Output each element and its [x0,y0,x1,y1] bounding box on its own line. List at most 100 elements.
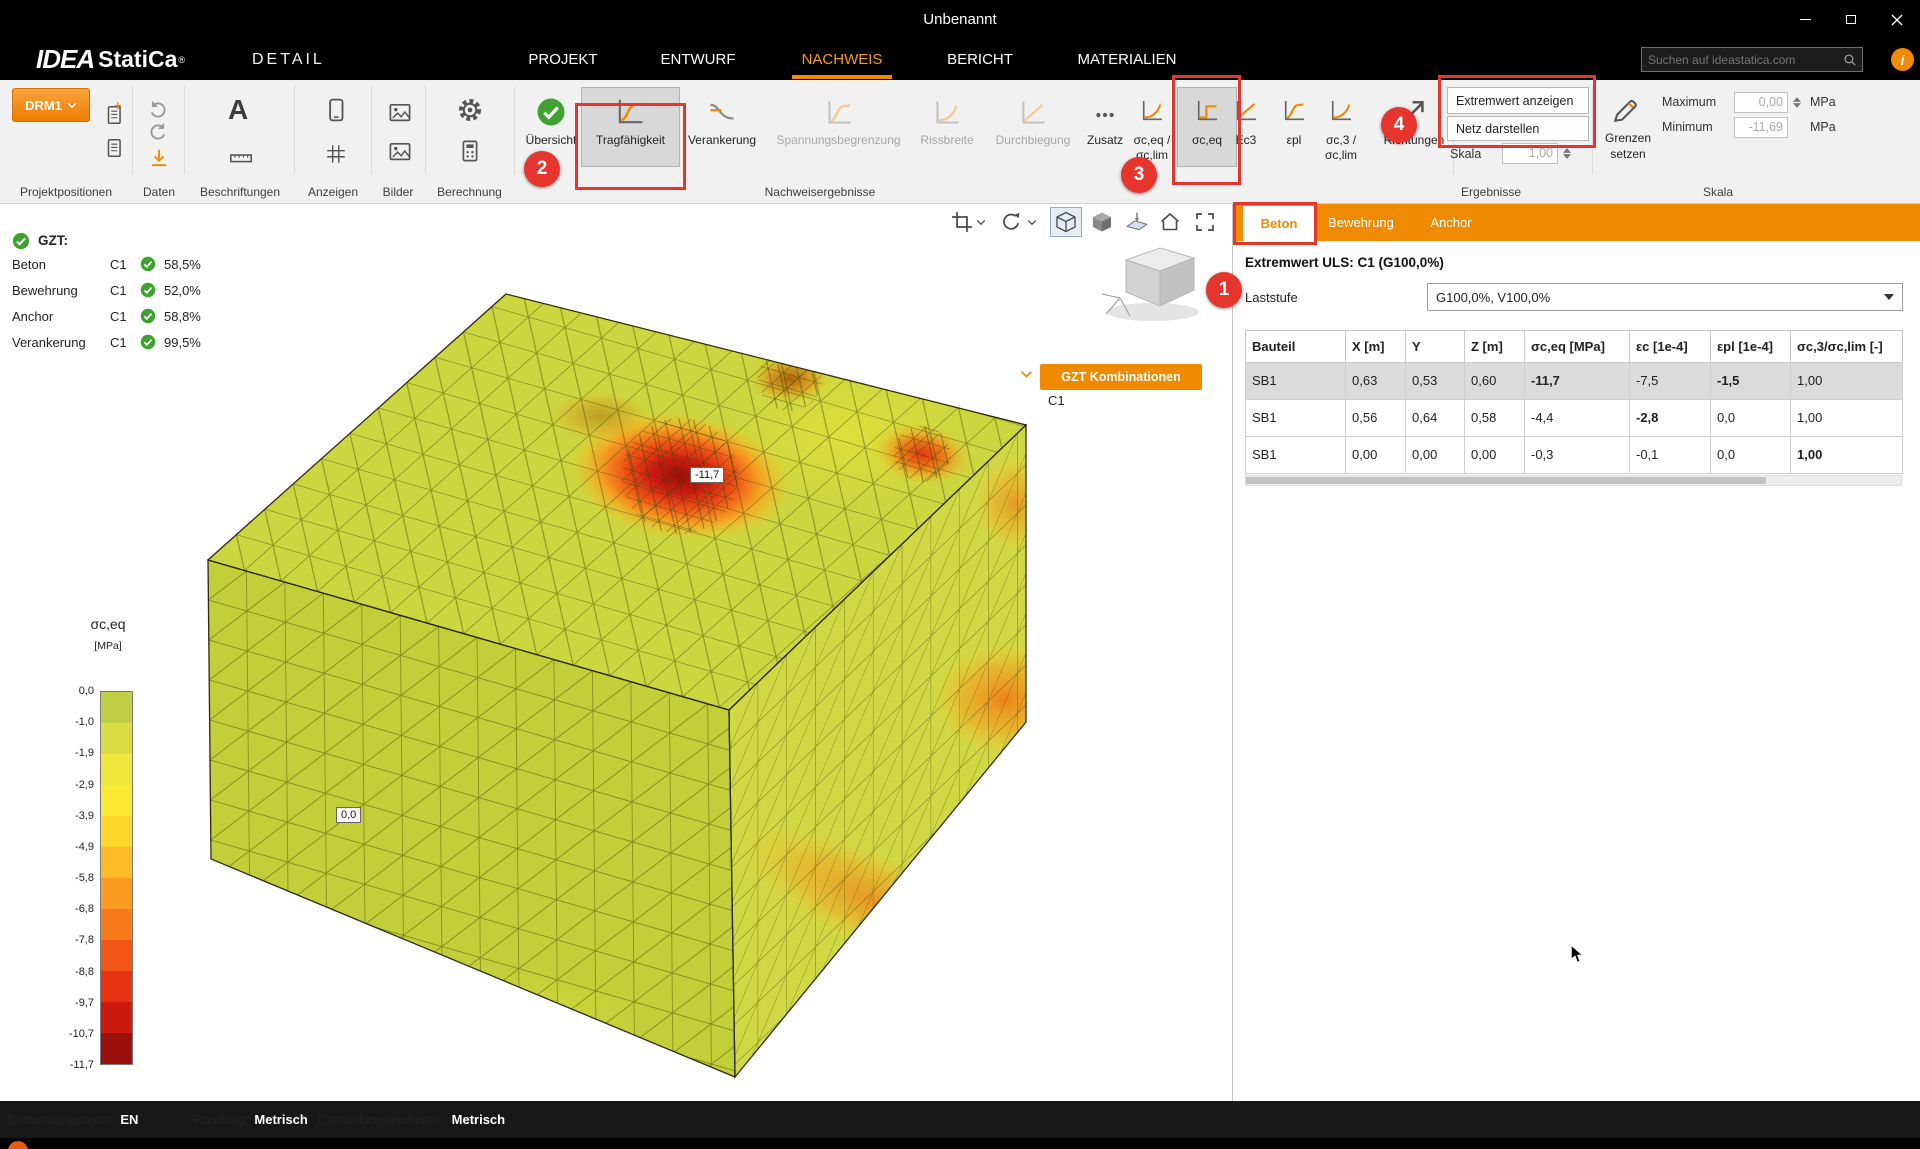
project-item-dropdown[interactable]: DRM1 [12,88,90,122]
group-beschriftungen: Beschriftungen [186,185,294,199]
combination-group-button[interactable]: GZT Kombinationen [1040,364,1202,390]
labels-icon[interactable]: A [228,94,248,126]
sigma3-lim-button-line1[interactable]: σc,3 / [1316,133,1366,148]
maximize-button[interactable] [1828,0,1874,39]
picture-gallery-icon[interactable] [387,139,413,163]
menu-tab-entwurf[interactable]: ENTWURF [661,39,736,80]
ec3-button[interactable]: Ec3 [1227,133,1265,148]
sigma-eq-lim-button-line1[interactable]: σc,eq / [1126,133,1178,148]
legend-color-segment [101,940,132,971]
result-row[interactable]: SB10,000,000,00-0,3-0,10,01,00 [1246,437,1903,474]
legend-unit: [MPa] [80,640,136,652]
menu-tab-nachweis[interactable]: NACHWEIS [802,39,883,80]
logo-idea: IDEA [36,44,94,75]
verankerung-button[interactable]: Verankerung [684,133,760,148]
result-cell: 0,58 [1465,400,1525,437]
pencil-icon[interactable] [1610,96,1640,126]
tab-anchor[interactable]: Anchor [1416,204,1486,241]
ribbon-separator [184,86,185,174]
result-cell: 0,00 [1465,437,1525,474]
result-cell: 0,63 [1346,363,1406,400]
navigation-cube[interactable] [1098,240,1213,325]
skala-stepper[interactable] [1560,143,1573,164]
result-cell: 0,53 [1406,363,1465,400]
load-stage-label: Laststufe [1245,290,1298,305]
load-stage-dropdown[interactable]: G100,0%, V100,0% [1427,283,1903,311]
solid-cube-icon[interactable] [1091,211,1113,233]
dimension-icon[interactable] [229,146,253,170]
more-dots-icon[interactable] [1094,104,1116,126]
maximum-input[interactable]: 0,00 [1734,92,1788,113]
gear-icon[interactable] [457,97,483,123]
close-button[interactable] [1874,0,1920,39]
app-mode-label: DETAIL [252,39,325,80]
close-icon [1891,14,1903,26]
ec3-chart-icon[interactable] [1233,98,1259,124]
skala-field-input[interactable]: 1,00 [1502,143,1558,164]
chevron-down-icon [67,102,77,109]
legend-color-segment [101,692,132,723]
annotation-badge-3: 3 [1121,157,1157,193]
search-input[interactable] [1642,53,1843,67]
search-box[interactable] [1641,47,1863,72]
sigma-ratio-chart-icon[interactable] [1139,98,1165,124]
result-cell: 1,00 [1791,400,1903,437]
durchbiegung-button-disabled: Durchbiegung [989,133,1077,148]
scrollbar-thumb[interactable] [1246,477,1766,484]
chevron-down-icon[interactable] [976,219,986,226]
result-row[interactable]: SB10,630,530,60-11,7-7,5-1,51,00 [1246,363,1903,400]
menu-tab-bericht[interactable]: BERICHT [947,39,1013,80]
zusatz-button[interactable]: Zusatz [1082,133,1128,148]
rotate-view-icon[interactable] [1000,211,1022,233]
check-circle-icon [140,282,156,298]
import-data-icon[interactable] [148,147,170,169]
status-value: Metrisch [452,1101,505,1138]
overview-check-icon[interactable] [536,97,566,127]
sigma3-lim-button-line2: σc,lim [1316,148,1366,163]
redo-icon [147,119,169,141]
menu-tab-materialien[interactable]: MATERIALIEN [1078,39,1177,80]
epl-button[interactable]: εpl [1276,133,1312,148]
tab-bewehrung[interactable]: Bewehrung [1321,204,1401,241]
copy-position-icon[interactable] [103,137,125,159]
extremwert-anzeigen-button[interactable]: Extremwert anzeigen [1447,87,1589,114]
section-plane-icon[interactable] [1125,210,1149,234]
undo-icon [147,97,169,119]
chevron-down-icon[interactable] [1020,370,1033,379]
menu-tab-projekt[interactable]: PROJEKT [528,39,597,80]
legend-tick-label: -4,9 [48,841,94,853]
maximum-stepper[interactable] [1790,92,1803,113]
ribbon-separator [294,86,295,174]
result-cell: SB1 [1246,400,1346,437]
tab-beton[interactable]: Beton [1243,206,1315,241]
result-cell: -1,5 [1711,363,1791,400]
logo-statica: StatiCa [98,46,177,73]
legend-color-segment [101,754,132,785]
minimize-button[interactable] [1782,0,1828,39]
display-icon[interactable] [323,96,349,124]
column-header: εpl [1e-4] [1711,331,1791,363]
minimum-input[interactable]: -11,69 [1734,117,1788,138]
grid-icon[interactable] [325,143,347,165]
chevron-down-icon[interactable] [1027,219,1037,226]
legend-color-bar [100,691,133,1065]
load-stage-value: G100,0%, V100,0% [1436,290,1550,305]
picture-icon[interactable] [387,100,413,124]
group-berechnung: Berechnung [427,185,512,199]
home-view-icon[interactable] [1159,211,1181,233]
crop-view-icon[interactable] [951,211,973,233]
zoom-extents-icon[interactable] [1194,211,1216,233]
netz-darstellen-button[interactable]: Netz darstellen [1447,116,1589,141]
result-cell: 0,56 [1346,400,1406,437]
epl-chart-icon[interactable] [1281,98,1307,124]
sigma3-ratio-chart-icon[interactable] [1328,98,1354,124]
calculation-icon[interactable] [458,139,482,163]
grenzen-setzen-button-line1[interactable]: Grenzen [1598,131,1658,146]
anchorage-icon[interactable] [707,98,737,128]
info-icon[interactable]: i [1891,48,1914,71]
result-row[interactable]: SB10,560,640,58-4,4-2,80,01,00 [1246,400,1903,437]
combination-item[interactable]: C1 [1048,393,1065,408]
bottom-strip [0,1138,1920,1149]
minimum-unit: MPa [1810,120,1836,134]
check-circle-icon [140,334,156,350]
